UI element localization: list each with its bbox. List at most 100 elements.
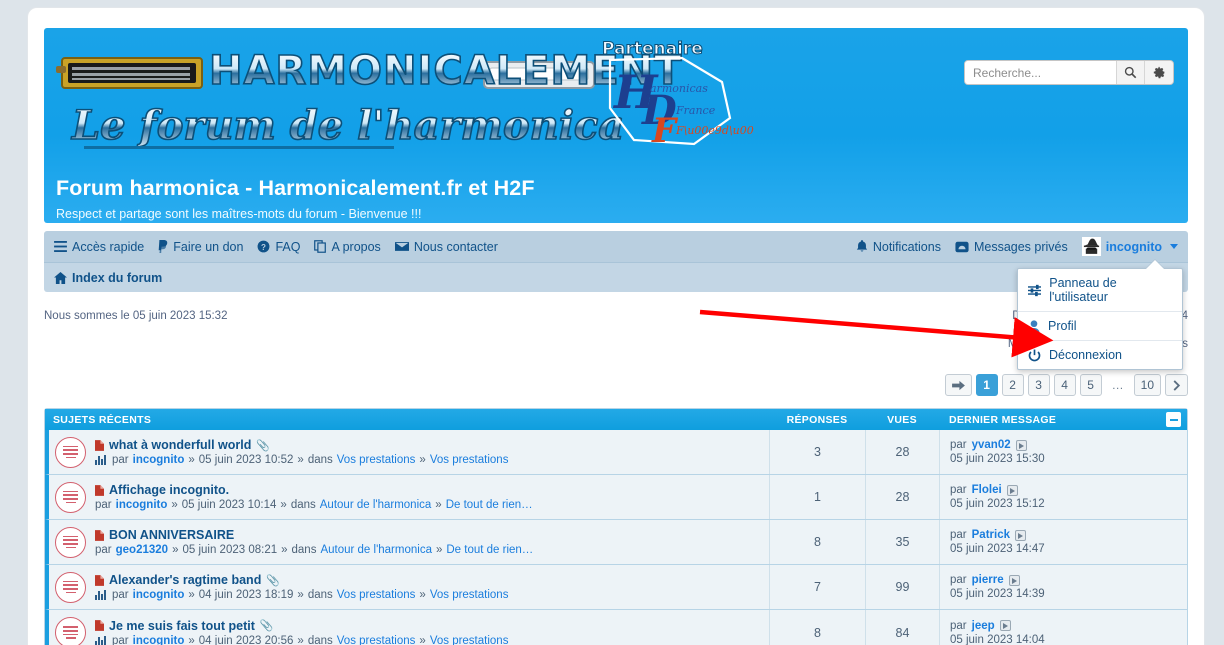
topic-forum-link[interactable]: Autour de l'harmonica bbox=[320, 544, 432, 556]
topic-subforum-link[interactable]: De tout de rien… bbox=[446, 544, 533, 556]
site-logo-image[interactable]: HARMONICALEMENT Le forum de l'harmonica … bbox=[54, 36, 754, 161]
menu-item-user-control-panel[interactable]: Panneau de l'utilisateur bbox=[1018, 269, 1182, 311]
last-post-date: 05 juin 2023 15:30 bbox=[950, 453, 1045, 465]
topic-author-link[interactable]: incognito bbox=[133, 589, 185, 601]
topic-forum-link[interactable]: Vos prestations bbox=[337, 635, 416, 645]
topic-by-label: par bbox=[95, 499, 112, 511]
unread-topic-icon[interactable] bbox=[55, 436, 86, 468]
topic-title-link[interactable]: Je me suis fais tout petit bbox=[109, 619, 255, 633]
sliders-icon bbox=[1028, 284, 1042, 296]
svg-text:armonicas: armonicas bbox=[650, 82, 708, 95]
meta-separator: » bbox=[297, 634, 304, 645]
topic-title-link[interactable]: Affichage incognito. bbox=[109, 483, 229, 497]
topic-forum-link[interactable]: Vos prestations bbox=[337, 589, 416, 601]
topic-title-link[interactable]: BON ANNIVERSAIRE bbox=[109, 528, 234, 542]
user-navigation: Notifications Messages privés incognito bbox=[856, 231, 1178, 262]
current-time-text: Nous sommes le 05 juin 2023 15:32 bbox=[44, 310, 228, 322]
topic-date: 05 juin 2023 10:52 bbox=[198, 454, 294, 466]
topic-subforum-link[interactable]: Vos prestations bbox=[430, 635, 509, 645]
user-menu-toggle[interactable]: incognito bbox=[1081, 237, 1178, 256]
topic-title-link[interactable]: what à wonderfull world bbox=[109, 438, 251, 452]
last-post-author-link[interactable]: Patrick bbox=[972, 529, 1010, 541]
topic-subforum-link[interactable]: Vos prestations bbox=[430, 589, 509, 601]
svg-text:F: F bbox=[651, 111, 679, 151]
page-button-3[interactable]: 3 bbox=[1027, 374, 1050, 396]
topic-subforum-link[interactable]: Vos prestations bbox=[430, 454, 509, 466]
chevron-down-icon bbox=[1170, 244, 1178, 249]
topic-main-cell: Alexander's ragtime band 📎 par incognito… bbox=[49, 565, 769, 609]
menu-item-logout[interactable]: Déconnexion bbox=[1018, 340, 1182, 369]
unread-topic-icon[interactable] bbox=[55, 571, 86, 603]
topic-replies-count: 7 bbox=[769, 565, 865, 609]
last-post-author-link[interactable]: pierre bbox=[972, 574, 1004, 586]
gear-icon bbox=[1153, 66, 1164, 79]
topic-text: Affichage incognito. par incognito » 05 … bbox=[95, 483, 533, 511]
topic-date: 04 juin 2023 20:56 bbox=[198, 634, 294, 645]
nav-item-quick-access[interactable]: Accès rapide bbox=[54, 240, 144, 254]
table-row[interactable]: Affichage incognito. par incognito » 05 … bbox=[45, 475, 1187, 520]
next-page-button[interactable] bbox=[1165, 374, 1188, 396]
nav-item-contact[interactable]: Nous contacter bbox=[394, 240, 498, 254]
page-button-1[interactable]: 1 bbox=[975, 374, 998, 396]
table-row[interactable]: what à wonderfull world 📎 par incognito … bbox=[45, 430, 1187, 475]
meta-separator: » bbox=[188, 589, 195, 601]
search-input[interactable] bbox=[965, 61, 1117, 84]
topic-title-line: Alexander's ragtime band 📎 bbox=[95, 573, 508, 587]
nav-item-notifications[interactable]: Notifications bbox=[856, 240, 941, 254]
topic-text: what à wonderfull world 📎 par incognito … bbox=[95, 438, 508, 466]
unread-topic-icon[interactable] bbox=[55, 617, 86, 645]
page-button-10[interactable]: 10 bbox=[1133, 374, 1161, 396]
topic-date: 05 juin 2023 08:21 bbox=[182, 544, 278, 556]
svg-text:F\u00e9d\u00e9ration: F\u00e9d\u00e9ration bbox=[675, 124, 754, 137]
topic-author-link[interactable]: incognito bbox=[133, 454, 185, 466]
breadcrumb-item-forum-index[interactable]: Index du forum bbox=[54, 271, 162, 285]
meta-separator: » bbox=[419, 589, 426, 601]
topic-forum-link[interactable]: Vos prestations bbox=[337, 454, 416, 466]
goto-last-post-icon[interactable] bbox=[1008, 574, 1020, 586]
last-post-author-link[interactable]: jeep bbox=[972, 620, 995, 632]
page-button-2[interactable]: 2 bbox=[1001, 374, 1024, 396]
recent-topics-panel: SUJETS RÉCENTS RÉPONSES VUES DERNIER MES… bbox=[44, 408, 1188, 645]
goto-last-post-icon[interactable] bbox=[1006, 484, 1018, 496]
page-button-5[interactable]: 5 bbox=[1079, 374, 1102, 396]
topic-subforum-link[interactable]: De tout de rien… bbox=[446, 499, 533, 511]
hamburger-icon bbox=[54, 241, 67, 252]
nav-item-faq[interactable]: ? FAQ bbox=[257, 240, 300, 254]
last-post-author-link[interactable]: yvan02 bbox=[972, 439, 1011, 451]
jump-to-page-button[interactable] bbox=[944, 374, 972, 396]
poll-chart-icon bbox=[95, 455, 106, 465]
page-button-4[interactable]: 4 bbox=[1053, 374, 1076, 396]
table-row[interactable]: Alexander's ragtime band 📎 par incognito… bbox=[45, 565, 1187, 610]
goto-last-post-icon[interactable] bbox=[1014, 529, 1026, 541]
unread-topic-icon[interactable] bbox=[55, 481, 86, 513]
page-title: Forum harmonica - Harmonicalement.fr et … bbox=[56, 176, 535, 200]
search-box[interactable] bbox=[964, 60, 1174, 85]
search-button[interactable] bbox=[1117, 61, 1145, 84]
table-row[interactable]: Je me suis fais tout petit 📎 par incogni… bbox=[45, 610, 1187, 645]
topic-author-link[interactable]: geo21320 bbox=[116, 544, 168, 556]
last-post-author-link[interactable]: Flolei bbox=[972, 484, 1002, 496]
nav-item-about[interactable]: A propos bbox=[314, 240, 381, 254]
collapse-panel-button[interactable] bbox=[1166, 412, 1181, 427]
goto-last-post-icon[interactable] bbox=[1015, 439, 1027, 451]
recent-topics-header: SUJETS RÉCENTS RÉPONSES VUES DERNIER MES… bbox=[45, 409, 1187, 430]
nav-item-donate[interactable]: Faire un don bbox=[158, 240, 243, 254]
topic-forum-link[interactable]: Autour de l'harmonica bbox=[320, 499, 432, 511]
goto-last-post-icon[interactable] bbox=[999, 620, 1011, 631]
topic-author-link[interactable]: incognito bbox=[116, 499, 168, 511]
table-row[interactable]: BON ANNIVERSAIRE par geo21320 » 05 juin … bbox=[45, 520, 1187, 565]
topic-replies-count: 3 bbox=[769, 430, 865, 474]
panel-title: SUJETS RÉCENTS bbox=[53, 413, 152, 426]
topic-title-link[interactable]: Alexander's ragtime band bbox=[109, 573, 261, 587]
topic-author-link[interactable]: incognito bbox=[133, 635, 185, 645]
topic-title-line: BON ANNIVERSAIRE bbox=[95, 528, 533, 542]
advanced-search-button[interactable] bbox=[1145, 61, 1173, 84]
chevron-right-icon bbox=[1173, 379, 1181, 391]
menu-item-profile[interactable]: Profil bbox=[1018, 311, 1182, 340]
nav-item-private-messages[interactable]: Messages privés bbox=[955, 240, 1068, 254]
last-post-by-label: par bbox=[950, 574, 967, 586]
svg-text:Le forum de l'harmonica: Le forum de l'harmonica bbox=[71, 102, 624, 149]
topic-replies-count: 8 bbox=[769, 520, 865, 564]
topic-last-post-cell: par Flolei 05 juin 2023 15:12 bbox=[939, 475, 1187, 519]
unread-topic-icon[interactable] bbox=[55, 526, 86, 558]
